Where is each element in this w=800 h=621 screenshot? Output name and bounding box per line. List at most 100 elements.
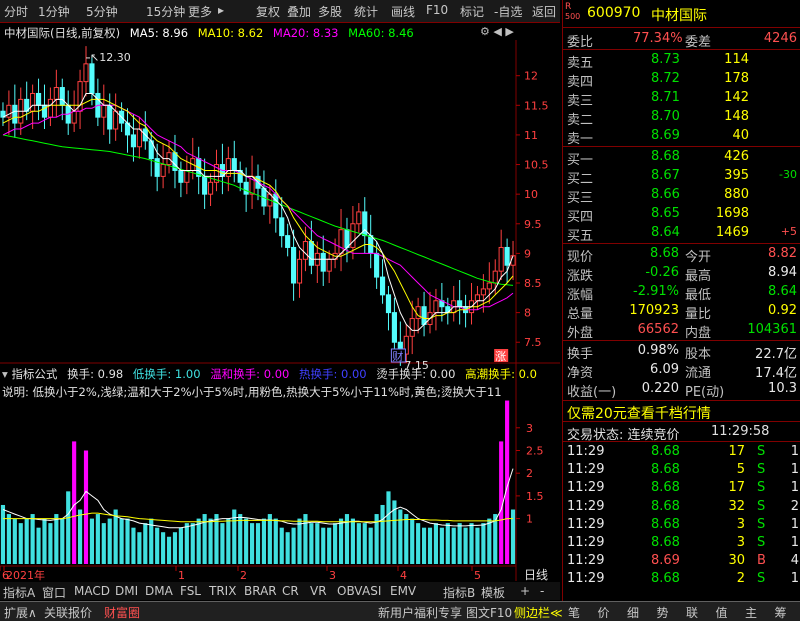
kline-chart[interactable]: 7.588.599.51010.51111.512↖12.307.15财 涨11.… xyxy=(0,40,560,581)
indicator-tab-12[interactable]: EMV xyxy=(390,584,416,598)
toolbar-item-0[interactable]: 分时 xyxy=(4,3,28,20)
toolbar-item-1[interactable]: 1分钟 xyxy=(38,3,70,20)
bottom-left-1[interactable]: 关联报价 xyxy=(44,604,92,621)
bid-row[interactable]: 买三 8.66 880 xyxy=(563,186,800,206)
candle-body[interactable] xyxy=(83,63,89,83)
bid-row[interactable]: 买四 8.65 1698 xyxy=(563,205,800,225)
bid-row[interactable]: 买二 8.67 395 -30 xyxy=(563,167,800,187)
bottom-mid-2[interactable]: 侧边栏≪ xyxy=(514,604,563,621)
candle-body[interactable] xyxy=(178,169,184,183)
candle-body[interactable] xyxy=(101,104,107,118)
toolbar-right-item-2[interactable]: 多股 xyxy=(318,3,342,20)
period-tab[interactable]: 日线 xyxy=(524,566,548,583)
candle-body[interactable] xyxy=(107,104,113,130)
ask-row[interactable]: 卖二 8.70 148 xyxy=(563,108,800,128)
indicator-name[interactable]: 指标公式 xyxy=(11,367,57,381)
bottom-mid-0[interactable]: 新用户福利专享 xyxy=(378,604,462,621)
bid-row[interactable]: 买五 8.64 1469 +5 xyxy=(563,224,800,244)
candle-body[interactable] xyxy=(202,175,208,195)
promo-row[interactable]: 仅需20元查看千档行情 xyxy=(563,402,800,422)
indicator-tab-right-3[interactable]: - xyxy=(540,584,544,598)
candle-body[interactable] xyxy=(243,181,249,195)
indicator-tab-4[interactable]: DMA xyxy=(145,584,173,598)
toolbar-item-4[interactable]: 更多 xyxy=(188,3,212,20)
candle-body[interactable] xyxy=(160,164,166,177)
candle-body[interactable] xyxy=(308,241,314,266)
promo-text[interactable]: 仅需20元查看千档行情 xyxy=(567,403,711,423)
candle-body[interactable] xyxy=(391,312,397,343)
ask-row[interactable]: 卖一 8.69 40 xyxy=(563,127,800,147)
toolbar-right-item-4[interactable]: 画线 xyxy=(391,3,415,20)
indicator-tab-9[interactable]: VR xyxy=(310,584,327,598)
indicator-tab-5[interactable]: FSL xyxy=(180,584,201,598)
candle-body[interactable] xyxy=(130,134,137,148)
bid-row[interactable]: 买一 8.68 426 xyxy=(563,148,800,168)
bottom-right-5[interactable]: 值 xyxy=(716,604,728,621)
indicator-tab-right-2[interactable]: + xyxy=(520,584,530,598)
candle-body[interactable] xyxy=(379,276,386,296)
indicator-tab-1[interactable]: 窗口 xyxy=(42,584,66,601)
candle-body[interactable] xyxy=(409,318,415,337)
candle-body[interactable] xyxy=(89,63,95,94)
candle-body[interactable] xyxy=(231,158,237,171)
candle-body[interactable] xyxy=(320,252,326,272)
indicator-tab-10[interactable]: OBV xyxy=(337,584,363,598)
bottom-left-2[interactable]: 财富圈 xyxy=(104,604,140,621)
candle-body[interactable] xyxy=(113,110,119,130)
candle-body[interactable] xyxy=(356,211,362,225)
bottom-right-6[interactable]: 主 xyxy=(745,604,757,621)
ask-row[interactable]: 卖五 8.73 114 xyxy=(563,51,800,71)
indicator-dropdown-icon[interactable]: ▾ xyxy=(2,367,8,381)
chart-settings-icons[interactable]: ⚙ ◀ ▶ xyxy=(480,25,514,38)
candle-body[interactable] xyxy=(184,169,190,183)
candle-body[interactable] xyxy=(302,241,309,260)
indicator-tab-right-0[interactable]: 指标B xyxy=(443,584,475,601)
candle-body[interactable] xyxy=(207,181,214,195)
toolbar-right-item-0[interactable]: 复权 xyxy=(256,3,280,20)
candle-body[interactable] xyxy=(474,294,481,302)
indicator-tab-0[interactable]: 指标A xyxy=(3,584,35,601)
bottom-right-4[interactable]: 联 xyxy=(686,604,698,621)
candle-body[interactable] xyxy=(12,104,18,124)
toolbar-arrow-icon[interactable]: ▸ xyxy=(218,3,224,17)
indicator-tab-8[interactable]: CR xyxy=(282,584,299,598)
bottom-right-7[interactable]: 筹 xyxy=(775,604,787,621)
candle-body[interactable] xyxy=(492,270,498,284)
candle-body[interactable] xyxy=(47,98,53,118)
toolbar-right-item-1[interactable]: 叠加 xyxy=(287,3,311,20)
candle-body[interactable] xyxy=(486,282,492,290)
candle-body[interactable] xyxy=(498,246,504,272)
toolbar-right-item-8[interactable]: 返回 xyxy=(532,3,556,20)
candle-body[interactable] xyxy=(457,300,463,308)
candle-body[interactable] xyxy=(374,252,380,278)
toolbar-right-item-5[interactable]: F10 xyxy=(426,3,448,17)
toolbar-item-3[interactable]: 15分钟 xyxy=(146,3,185,20)
candle-body[interactable] xyxy=(35,92,42,106)
bottom-right-1[interactable]: 价 xyxy=(598,604,610,621)
indicator-tab-3[interactable]: DMI xyxy=(115,584,138,598)
bottom-right-0[interactable]: 笔 xyxy=(568,604,580,621)
indicator-tab-2[interactable]: MACD xyxy=(74,584,110,598)
candle-body[interactable] xyxy=(59,87,65,106)
candle-body[interactable] xyxy=(421,306,427,325)
candle-body[interactable] xyxy=(53,87,59,100)
candle-body[interactable] xyxy=(30,92,36,112)
candle-body[interactable] xyxy=(350,223,356,248)
indicator-tab-6[interactable]: TRIX xyxy=(209,584,236,598)
bottom-mid-1[interactable]: 图文F10 xyxy=(466,604,512,621)
candle-body[interactable] xyxy=(273,193,279,219)
indicator-tab-7[interactable]: BRAR xyxy=(244,584,277,598)
candle-body[interactable] xyxy=(344,229,350,248)
candle-body[interactable] xyxy=(480,288,486,296)
candle-body[interactable] xyxy=(433,300,439,314)
indicator-tab-right-1[interactable]: 模板 xyxy=(481,584,505,601)
bottom-right-2[interactable]: 细 xyxy=(627,604,639,621)
candle-body[interactable] xyxy=(291,246,297,284)
ask-row[interactable]: 卖三 8.71 142 xyxy=(563,89,800,109)
toolbar-item-2[interactable]: 5分钟 xyxy=(86,3,118,20)
ask-row[interactable]: 卖四 8.72 178 xyxy=(563,70,800,90)
bottom-right-3[interactable]: 势 xyxy=(657,604,669,621)
toolbar-right-item-3[interactable]: 统计 xyxy=(354,3,378,20)
bottom-left-0[interactable]: 扩展∧ xyxy=(4,604,37,621)
candle-body[interactable] xyxy=(296,258,303,284)
